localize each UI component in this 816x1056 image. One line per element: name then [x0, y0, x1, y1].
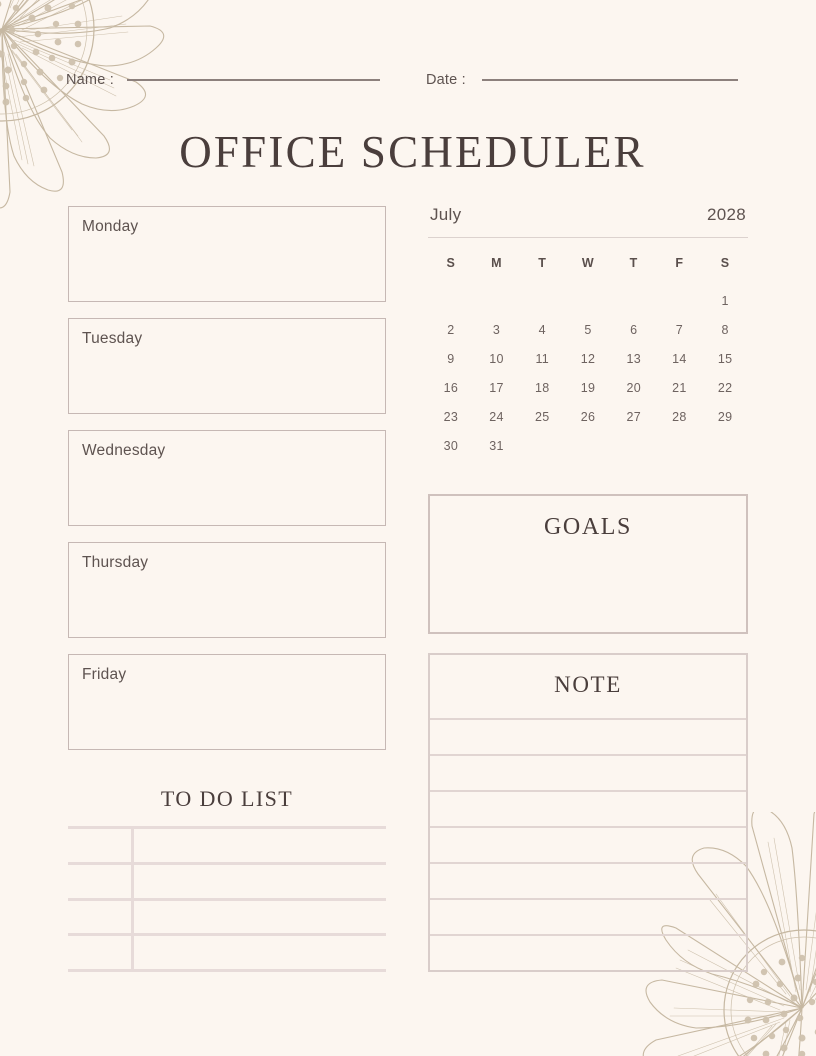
date-label: Date : — [426, 72, 466, 88]
calendar-day-22[interactable]: 22 — [702, 374, 748, 403]
calendar-day-empty — [519, 287, 565, 316]
day-box-tuesday[interactable]: Tuesday — [68, 318, 386, 414]
calendar-day-30[interactable]: 30 — [428, 432, 474, 461]
calendar-day-25[interactable]: 25 — [519, 403, 565, 432]
day-box-label: Tuesday — [82, 330, 143, 347]
note-line — [430, 826, 746, 828]
goals-title: GOALS — [543, 514, 632, 540]
name-field[interactable]: Name : — [66, 68, 380, 92]
day-box-friday[interactable]: Friday — [68, 654, 386, 750]
calendar-day-10[interactable]: 10 — [474, 345, 520, 374]
calendar-day-27[interactable]: 27 — [611, 403, 657, 432]
day-box-label: Friday — [82, 666, 127, 683]
calendar-day-9[interactable]: 9 — [428, 345, 474, 374]
calendar-day-16[interactable]: 16 — [428, 374, 474, 403]
calendar-day-28[interactable]: 28 — [657, 403, 703, 432]
note-line — [430, 934, 746, 936]
calendar-day-15[interactable]: 15 — [702, 345, 748, 374]
name-input-rule[interactable] — [126, 79, 380, 81]
day-box-wednesday[interactable]: Wednesday — [68, 430, 386, 526]
calendar-weekday-0: S — [446, 256, 456, 271]
calendar-weekday-5: F — [675, 256, 684, 271]
calendar-day-empty — [611, 287, 657, 316]
page-title: OFFICE SCHEDULER — [179, 127, 646, 177]
calendar-day-8[interactable]: 8 — [702, 316, 748, 345]
calendar-day-12[interactable]: 12 — [565, 345, 611, 374]
note-line — [430, 754, 746, 756]
calendar-day-empty — [474, 287, 520, 316]
calendar-weekday-3: W — [581, 256, 595, 271]
calendar-weekday-4: T — [629, 256, 638, 271]
note-line — [430, 898, 746, 900]
calendar-day-1[interactable]: 1 — [702, 287, 748, 316]
calendar-weekday-6: S — [720, 256, 730, 271]
day-box-monday[interactable]: Monday — [68, 206, 386, 302]
day-box-label: Wednesday — [82, 442, 166, 459]
calendar-day-24[interactable]: 24 — [474, 403, 520, 432]
calendar-day-4[interactable]: 4 — [519, 316, 565, 345]
day-box-label: Thursday — [82, 554, 149, 571]
calendar-day-5[interactable]: 5 — [565, 316, 611, 345]
calendar-header: July 2028 — [428, 205, 748, 225]
weekday-list: Monday Tuesday Wednesday Thursday Friday — [68, 206, 386, 766]
calendar-day-empty — [657, 287, 703, 316]
goals-box[interactable]: GOALS — [428, 494, 748, 634]
calendar-day-14[interactable]: 14 — [657, 345, 703, 374]
calendar-day-11[interactable]: 11 — [519, 345, 565, 374]
calendar-day-20[interactable]: 20 — [611, 374, 657, 403]
note-title: NOTE — [554, 672, 622, 697]
day-box-label: Monday — [82, 218, 139, 235]
calendar-day-empty — [428, 287, 474, 316]
calendar: July 2028 SMTWTFS 1 2 3 4 5 6 7 8 9 10 11 12 13 14 15 1… — [428, 205, 748, 461]
calendar-divider — [428, 237, 748, 239]
todo-row-line — [68, 933, 386, 937]
day-box-thursday[interactable]: Thursday — [68, 542, 386, 638]
calendar-year: 2028 — [706, 205, 746, 224]
name-label: Name : — [66, 72, 114, 88]
calendar-day-empty — [565, 287, 611, 316]
calendar-day-21[interactable]: 21 — [657, 374, 703, 403]
calendar-day-13[interactable]: 13 — [611, 345, 657, 374]
calendar-day-3[interactable]: 3 — [474, 316, 520, 345]
date-input-rule[interactable] — [481, 79, 738, 81]
todo-list-title: TO DO LIST — [160, 786, 294, 811]
todo-row-line — [68, 826, 386, 829]
note-line — [430, 862, 746, 864]
scheduler-page: Name : Date : OFFICE SCHEDULER Monday Tue… — [0, 0, 816, 1056]
note-box[interactable]: NOTE — [428, 653, 748, 972]
calendar-day-29[interactable]: 29 — [702, 403, 748, 432]
calendar-day-26[interactable]: 26 — [565, 403, 611, 432]
calendar-day-grid[interactable]: 1 2 3 4 5 6 7 8 9 10 11 12 13 14 15 16 17 18 19 20 21 22 23 24 2… — [428, 287, 748, 461]
calendar-day-23[interactable]: 23 — [428, 403, 474, 432]
calendar-day-6[interactable]: 6 — [611, 316, 657, 345]
calendar-weekday-1: M — [491, 256, 502, 271]
calendar-day-7[interactable]: 7 — [657, 316, 703, 345]
calendar-weekday-row: SMTWTFS — [428, 256, 748, 270]
calendar-day-19[interactable]: 19 — [565, 374, 611, 403]
todo-row-line — [68, 861, 386, 865]
todo-row-line — [68, 897, 386, 901]
date-field[interactable]: Date : — [426, 68, 738, 92]
todo-row-line — [68, 969, 386, 972]
todo-list-grid[interactable] — [68, 826, 386, 972]
calendar-month: July — [430, 205, 462, 224]
calendar-day-17[interactable]: 17 — [474, 374, 520, 403]
calendar-day-31[interactable]: 31 — [474, 432, 520, 461]
note-line — [430, 790, 746, 792]
calendar-day-2[interactable]: 2 — [428, 316, 474, 345]
calendar-day-18[interactable]: 18 — [519, 374, 565, 403]
note-line — [430, 718, 746, 720]
calendar-weekday-2: T — [538, 256, 547, 271]
